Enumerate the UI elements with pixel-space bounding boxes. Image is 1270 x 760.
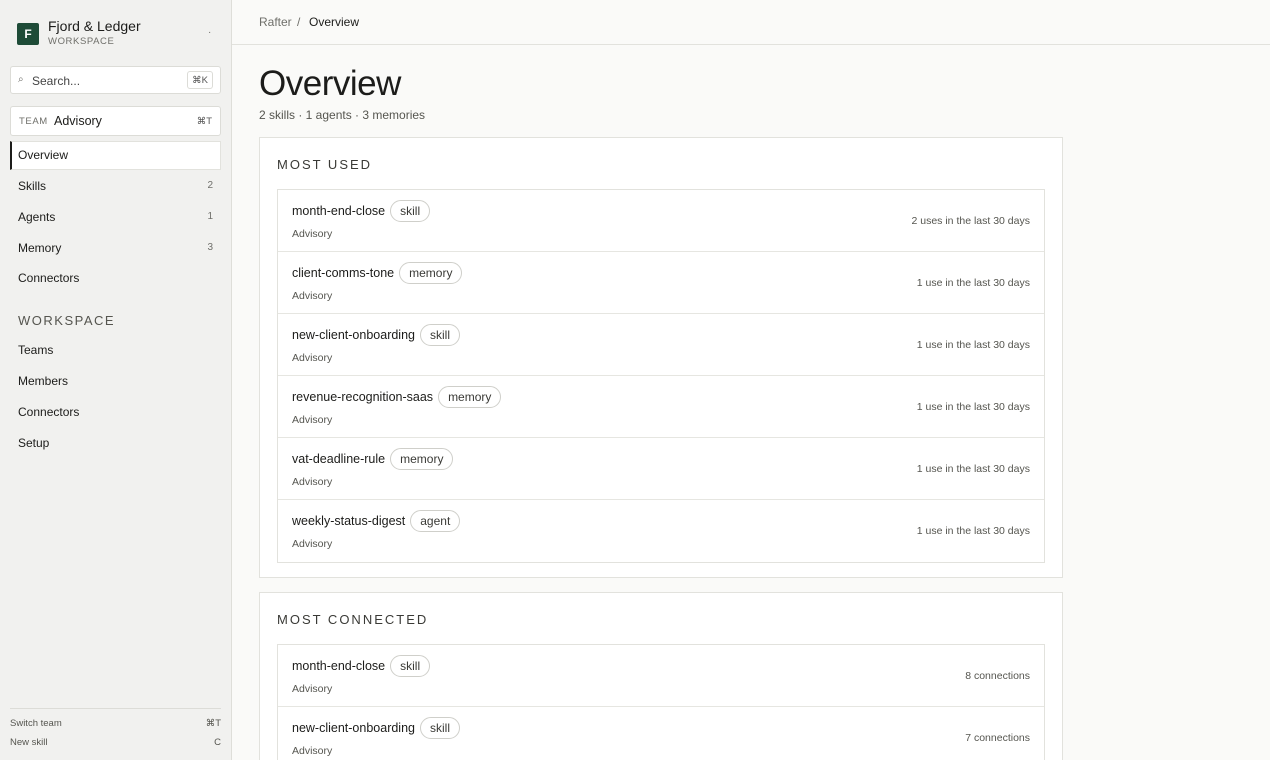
nav-label: Members [18, 374, 69, 388]
sidebar-footer: Switch team ⌘T New skill C [10, 708, 221, 748]
item-team: Advisory [292, 476, 333, 488]
breadcrumb-current: Overview [309, 15, 360, 29]
team-selector[interactable]: TEAM Advisory ⌘T [10, 106, 221, 136]
most-connected-list: month-end-close skill Advisory 8 connecti… [277, 644, 1045, 760]
item-metric: 1 use in the last 30 days [916, 339, 1030, 351]
item-name: new-client-onboarding [292, 721, 415, 735]
page-title: Overview [259, 64, 401, 103]
list-item[interactable]: vat-deadline-rule memory Advisory 1 use i… [278, 438, 1044, 500]
nav-count: 1 [207, 211, 213, 222]
sidebar: F Fjord & Ledger WORKSPACE · ⌕ Search...… [0, 0, 232, 760]
item-name: month-end-close [292, 659, 386, 673]
item-team: Advisory [292, 683, 333, 695]
new-skill-action[interactable]: New skill C [10, 737, 221, 755]
item-team: Advisory [292, 228, 333, 240]
item-team: Advisory [292, 290, 333, 302]
type-badge: skill [420, 717, 460, 739]
nav-label: Connectors [18, 271, 80, 285]
item-metric: 2 uses in the last 30 days [911, 215, 1031, 227]
list-item[interactable]: new-client-onboarding skill Advisory 7 co… [278, 707, 1044, 760]
footer-label: New skill [10, 737, 48, 748]
item-name: new-client-onboarding [292, 328, 415, 342]
list-item[interactable]: weekly-status-digest agent Advisory 1 use… [278, 500, 1044, 562]
item-name: vat-deadline-rule [292, 452, 386, 466]
search-input[interactable]: ⌕ Search... ⌘K [10, 66, 221, 94]
item-name: client-comms-tone [292, 266, 395, 280]
team-shortcut: ⌘T [196, 116, 212, 127]
breadcrumb-root[interactable]: Rafter [259, 15, 292, 29]
item-metric: 1 use in the last 30 days [916, 463, 1030, 475]
item-metric: 1 use in the last 30 days [916, 525, 1030, 537]
workspace-section-label: WORKSPACE [18, 313, 116, 328]
type-badge: memory [399, 262, 463, 284]
workspace-subtitle: WORKSPACE [48, 36, 115, 47]
nav-label: Teams [18, 343, 54, 357]
nav-item-workspace-connectors[interactable]: Connectors [10, 398, 221, 427]
nav-count: 3 [207, 242, 213, 253]
nav-label: Overview [18, 148, 69, 162]
nav-label: Memory [18, 241, 62, 255]
item-name: month-end-close [292, 204, 386, 218]
most-used-panel: MOST USED month-end-close skill Advisory … [259, 137, 1063, 578]
nav-item-members[interactable]: Members [10, 367, 221, 396]
workspace-logo: F [17, 23, 39, 45]
footer-shortcut: ⌘T [205, 718, 221, 729]
list-item[interactable]: month-end-close skill Advisory 8 connecti… [278, 645, 1044, 707]
switch-team-action[interactable]: Switch team ⌘T [10, 718, 221, 736]
list-item[interactable]: month-end-close skill Advisory 2 uses in … [278, 190, 1044, 252]
nav-item-overview[interactable]: Overview [10, 141, 221, 170]
nav-label: Setup [18, 436, 50, 450]
panel-title: MOST USED [277, 157, 373, 172]
nav-item-teams[interactable]: Teams [10, 336, 221, 365]
nav-item-setup[interactable]: Setup [10, 429, 221, 458]
search-placeholder: Search... [32, 74, 81, 88]
nav-item-memory[interactable]: Memory 3 [10, 234, 221, 263]
type-badge: memory [438, 386, 502, 408]
type-badge: skill [390, 655, 431, 677]
item-metric: 7 connections [965, 732, 1030, 744]
list-item[interactable]: new-client-onboarding skill Advisory 1 us… [278, 314, 1044, 376]
panel-title: MOST CONNECTED [277, 612, 429, 627]
nav-item-connectors[interactable]: Connectors [10, 264, 221, 293]
item-metric: 1 use in the last 30 days [916, 401, 1030, 413]
list-item[interactable]: revenue-recognition-saas memory Advisory … [278, 376, 1044, 438]
team-name: Advisory [54, 114, 102, 128]
workspace-menu-icon[interactable]: · [208, 27, 211, 38]
list-item[interactable]: client-comms-tone memory Advisory 1 use i… [278, 252, 1044, 314]
breadcrumb-separator: / [297, 15, 301, 29]
breadcrumb: Rafter / Overview [232, 0, 1270, 45]
search-shortcut: ⌘K [187, 71, 213, 89]
item-team: Advisory [292, 352, 333, 364]
workspace-name: Fjord & Ledger [48, 18, 141, 34]
type-badge: agent [410, 510, 461, 532]
search-icon: ⌕ [18, 74, 24, 85]
item-metric: 8 connections [965, 670, 1030, 682]
nav-label: Agents [18, 210, 56, 224]
footer-label: Switch team [10, 718, 62, 729]
item-team: Advisory [292, 414, 333, 426]
footer-shortcut: C [214, 737, 221, 748]
most-used-list: month-end-close skill Advisory 2 uses in … [277, 189, 1045, 563]
nav-label: Connectors [18, 405, 80, 419]
item-name: revenue-recognition-saas [292, 390, 434, 404]
type-badge: skill [390, 200, 431, 222]
type-badge: memory [390, 448, 454, 470]
nav-label: Skills [18, 179, 47, 193]
team-tag: TEAM [19, 116, 48, 127]
type-badge: skill [420, 324, 460, 346]
page-stats: 2 skills · 1 agents · 3 memories [259, 108, 426, 122]
most-connected-panel: MOST CONNECTED month-end-close skill Advi… [259, 592, 1063, 760]
nav-count: 2 [207, 180, 213, 191]
item-team: Advisory [292, 538, 333, 550]
item-team: Advisory [292, 745, 333, 757]
workspace-switcher[interactable]: F Fjord & Ledger WORKSPACE · [17, 18, 217, 52]
nav-item-skills[interactable]: Skills 2 [10, 172, 221, 201]
item-metric: 1 use in the last 30 days [916, 277, 1030, 289]
nav-item-agents[interactable]: Agents 1 [10, 203, 221, 232]
item-name: weekly-status-digest [292, 514, 406, 528]
